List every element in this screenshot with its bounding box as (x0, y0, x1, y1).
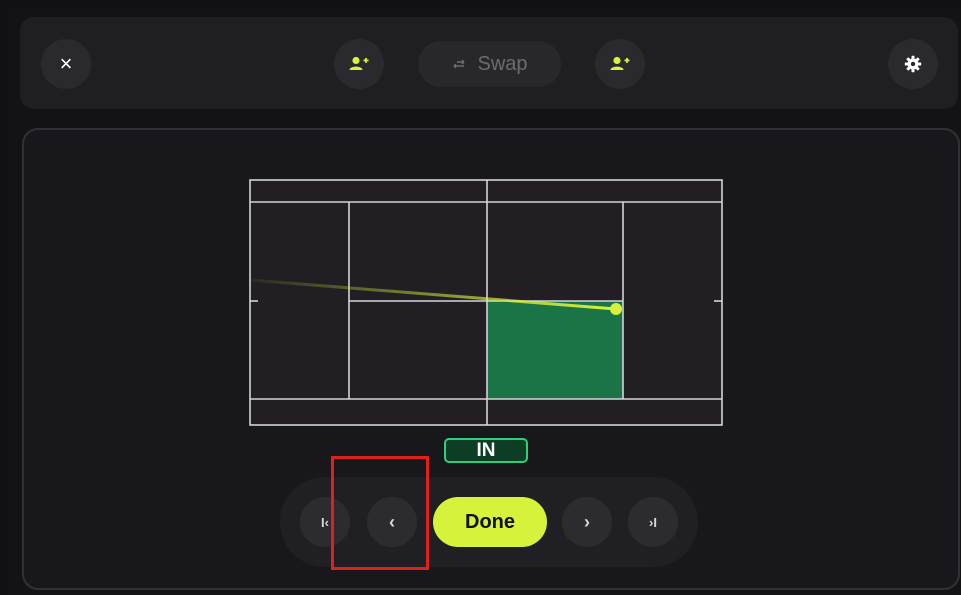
next-point-button[interactable]: › (562, 497, 612, 547)
court-surface (250, 180, 722, 425)
swap-button[interactable]: Swap (418, 41, 561, 87)
last-point-button[interactable]: ›I (628, 497, 678, 547)
close-button[interactable]: × (41, 39, 91, 89)
chevron-right-icon: › (584, 511, 590, 532)
skip-back-icon: I‹ (321, 514, 329, 530)
add-player-left-button[interactable] (334, 39, 384, 89)
skip-forward-icon: ›I (649, 514, 657, 530)
settings-button[interactable] (888, 39, 938, 89)
add-player-right-button[interactable] (595, 39, 645, 89)
add-player-icon (610, 56, 630, 70)
swap-label: Swap (477, 52, 528, 75)
add-player-icon (349, 56, 369, 70)
top-toolbar: × Swap (20, 17, 958, 109)
ball-marker[interactable] (610, 303, 622, 315)
gear-icon (904, 55, 922, 73)
close-icon: × (59, 51, 73, 76)
call-result-badge: IN (444, 438, 528, 463)
tennis-court[interactable] (248, 178, 726, 428)
highlight-zone (487, 301, 623, 399)
swap-icon (453, 59, 465, 69)
annotation-highlight-box (331, 456, 429, 570)
done-button[interactable]: Done (433, 497, 547, 547)
